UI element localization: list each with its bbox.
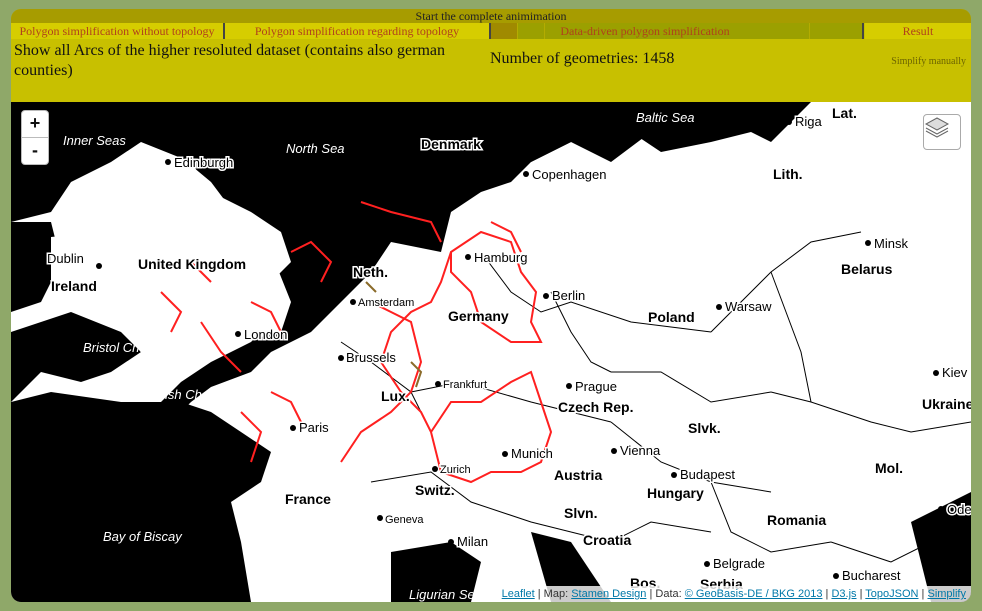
country-label: Hungary bbox=[647, 485, 704, 501]
city-label: Minsk bbox=[874, 236, 908, 251]
simplify-link[interactable]: Simplify bbox=[927, 588, 966, 600]
tab-data-driven[interactable]: Data-driven polygon simplification bbox=[545, 23, 745, 39]
attribution-text: | bbox=[856, 588, 866, 600]
city-label: Dublin bbox=[47, 251, 84, 266]
country-label: Denmark bbox=[421, 136, 481, 152]
country-label: Austria bbox=[554, 467, 602, 483]
city-label: Paris bbox=[299, 420, 329, 435]
geometry-count: Number of geometries: 1458 bbox=[490, 50, 675, 67]
city-label: Budapest bbox=[680, 467, 735, 482]
sea-label: Ligurian Sea bbox=[409, 587, 482, 602]
app-frame: Start the complete animimation Polygon s… bbox=[11, 9, 971, 602]
city-label: Amsterdam bbox=[358, 297, 414, 309]
progress-segment bbox=[518, 23, 545, 39]
city-label: Berlin bbox=[552, 288, 585, 303]
map-view[interactable]: Inner Seas North Sea Baltic Sea Bristol … bbox=[11, 102, 971, 602]
city-label: Copenhagen bbox=[532, 167, 606, 182]
country-label: Croatia bbox=[583, 532, 631, 548]
zoom-in-button[interactable]: + bbox=[21, 110, 49, 138]
country-label: Lith. bbox=[773, 166, 803, 182]
step-description: Show all Arcs of the higher resoluted da… bbox=[14, 42, 445, 79]
sea-label: North Sea bbox=[286, 141, 345, 156]
city-label: London bbox=[244, 327, 287, 342]
sea-label: English Channel bbox=[139, 387, 235, 402]
step-tabs: Polygon simplification without topology … bbox=[11, 23, 971, 39]
country-label: Lux. bbox=[381, 388, 410, 404]
attribution: Leaflet | Map: Stamen Design | Data: © G… bbox=[496, 586, 971, 602]
city-label: Hamburg bbox=[474, 250, 527, 265]
layers-button[interactable] bbox=[923, 114, 961, 150]
city-label: Vienna bbox=[620, 443, 661, 458]
country-label: Neth. bbox=[353, 264, 388, 280]
layers-icon bbox=[924, 117, 950, 138]
start-animation-button[interactable]: Start the complete animimation bbox=[11, 9, 971, 23]
topojson-link[interactable]: TopoJSON bbox=[865, 588, 918, 600]
city-label: Milan bbox=[457, 534, 488, 549]
city-label: Prague bbox=[575, 379, 617, 394]
country-label: France bbox=[285, 491, 331, 507]
simplify-manually-link[interactable]: Simplify manually bbox=[891, 56, 966, 67]
sea-label: Bristol Channel bbox=[83, 340, 172, 355]
progress-segment bbox=[810, 23, 864, 39]
d3-link[interactable]: D3.js bbox=[831, 588, 856, 600]
city-label: Brussels bbox=[346, 350, 396, 365]
attribution-text: | Map: bbox=[534, 588, 572, 600]
tab-regarding-topology[interactable]: Polygon simplification regarding topolog… bbox=[225, 23, 491, 39]
city-label: Bucharest bbox=[842, 568, 901, 583]
country-label: Poland bbox=[648, 309, 695, 325]
country-label: Ireland bbox=[51, 278, 97, 294]
city-label: Zurich bbox=[440, 464, 471, 476]
country-label: Ukraine bbox=[922, 396, 971, 412]
map-labels: Inner Seas North Sea Baltic Sea Bristol … bbox=[46, 104, 972, 603]
country-label: Slvk. bbox=[688, 420, 721, 436]
city-label: Munich bbox=[511, 446, 553, 461]
country-label: Germany bbox=[448, 308, 509, 324]
stamen-link[interactable]: Stamen Design bbox=[571, 588, 646, 600]
city-label: Belgrade bbox=[713, 556, 765, 571]
country-label: Lat. bbox=[832, 105, 857, 121]
zoom-out-button[interactable]: - bbox=[21, 137, 49, 165]
country-label: Romania bbox=[767, 512, 826, 528]
country-label: Slvn. bbox=[564, 505, 597, 521]
city-label: Geneva bbox=[385, 514, 424, 526]
country-label: Mol. bbox=[875, 460, 903, 476]
sea-label: Baltic Sea bbox=[636, 110, 695, 125]
city-label: Edinburgh bbox=[174, 155, 233, 170]
progress-segment bbox=[491, 23, 518, 39]
city-label: Riga bbox=[795, 114, 823, 129]
country-label: Czech Rep. bbox=[558, 399, 633, 415]
sea-label: Inner Seas bbox=[63, 133, 126, 148]
leaflet-link[interactable]: Leaflet bbox=[502, 588, 535, 600]
sea-label: Bay of Biscay bbox=[103, 529, 183, 544]
city-label: Warsaw bbox=[725, 299, 772, 314]
info-panel: Show all Arcs of the higher resoluted da… bbox=[11, 39, 971, 102]
tab-without-topology[interactable]: Polygon simplification without topology bbox=[11, 23, 225, 39]
city-label: Frankfurt bbox=[443, 379, 487, 391]
tab-result[interactable]: Result bbox=[865, 23, 971, 39]
city-label: Kiev bbox=[942, 365, 968, 380]
city-label: Ode bbox=[947, 502, 971, 517]
attribution-text: | Data: bbox=[646, 588, 685, 600]
geobasis-link[interactable]: © GeoBasis-DE / BKG 2013 bbox=[685, 588, 823, 600]
country-label: Belarus bbox=[841, 261, 893, 277]
country-label: Switz. bbox=[415, 482, 455, 498]
country-label: United Kingdom bbox=[138, 256, 246, 272]
